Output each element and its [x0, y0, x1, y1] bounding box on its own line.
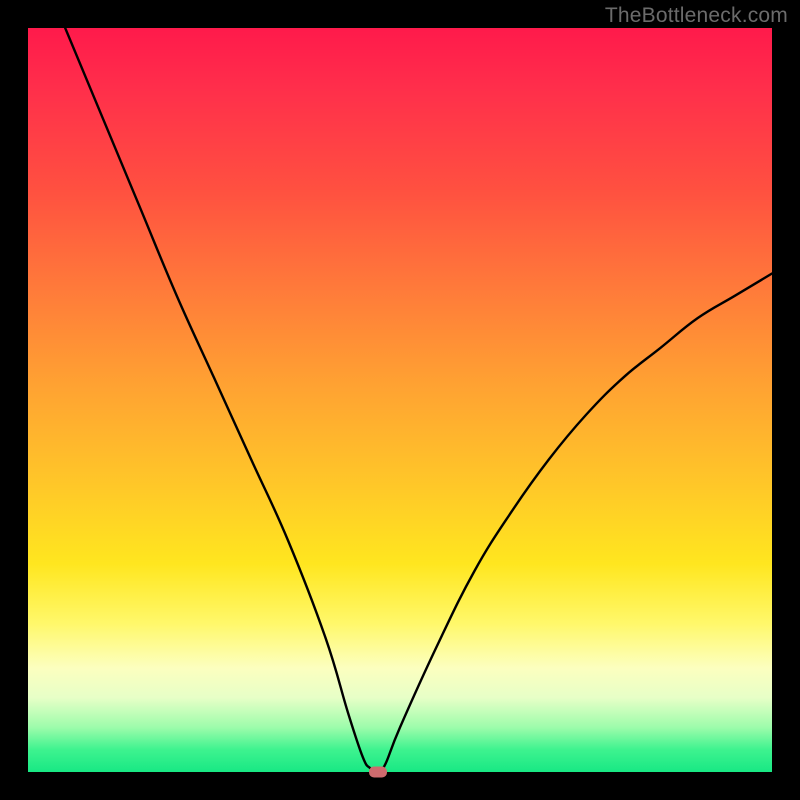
chart-frame: TheBottleneck.com [0, 0, 800, 800]
watermark-text: TheBottleneck.com [605, 4, 788, 28]
bottleneck-curve [28, 28, 772, 772]
plot-area [28, 28, 772, 772]
optimum-marker [369, 767, 387, 778]
